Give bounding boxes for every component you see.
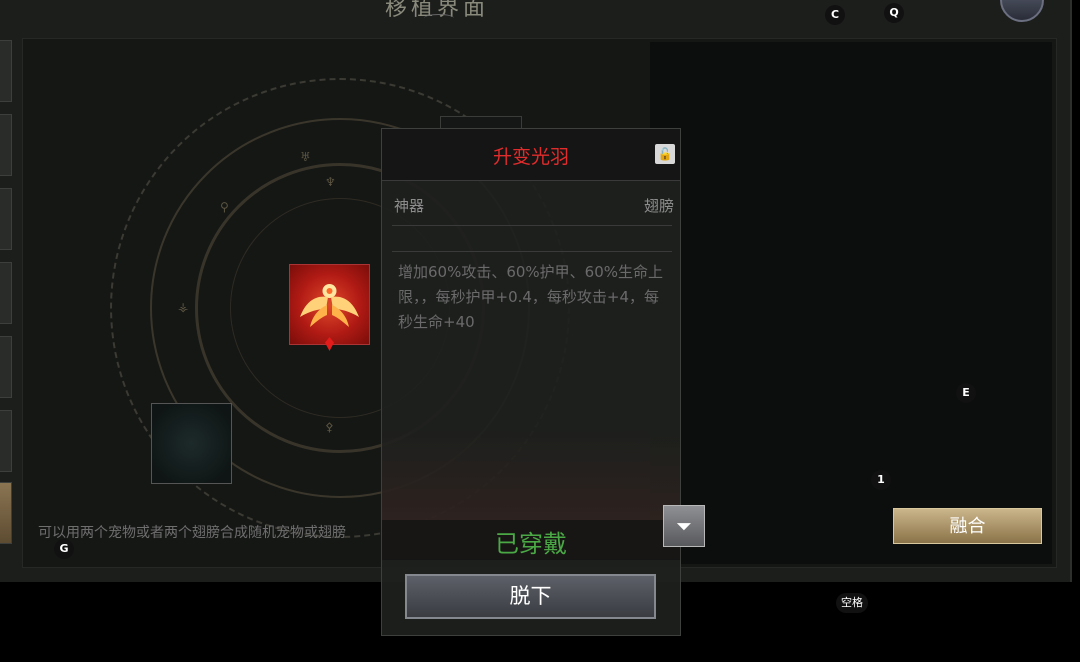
hotkey-q: Q	[884, 3, 904, 23]
item-type: 翅膀	[643, 197, 674, 215]
rune-icon: ♅	[300, 150, 311, 164]
side-tab-6[interactable]	[0, 410, 12, 472]
side-tab-1[interactable]	[0, 40, 12, 102]
filter-icon[interactable]: ⏷	[663, 505, 705, 547]
title-ornament	[424, 14, 454, 22]
item-category: 神器	[394, 197, 425, 215]
hotkey-c: C	[825, 5, 845, 25]
unlock-icon[interactable]: 🔓	[655, 144, 675, 164]
fuse-button[interactable]: 融合	[893, 508, 1042, 544]
phoenix-wing-icon[interactable]	[289, 264, 370, 345]
item-name: 升变光羽	[492, 146, 569, 168]
rune-icon: ⚶	[178, 300, 189, 314]
hotkey-space: 空格	[836, 593, 868, 613]
pet-list-area	[650, 42, 1052, 564]
item-description: 增加60%攻击、60%护甲、60%生命上限，，每秒护甲+0.4，每秒攻击+4，每…	[398, 263, 664, 331]
side-tab-5[interactable]	[0, 336, 12, 398]
divider	[392, 251, 672, 252]
unequip-button[interactable]: 脱下	[405, 574, 656, 619]
equipped-status: 已穿戴	[495, 530, 567, 558]
rune-icon: ⚴	[325, 420, 334, 434]
item-tooltip: 升变光羽 🔓 神器 翅膀 增加60%攻击、60%护甲、60%生命上限，，每秒护甲…	[381, 128, 705, 636]
side-tab-3[interactable]	[0, 188, 12, 250]
side-tab-4[interactable]	[0, 262, 12, 324]
fusion-hint: 可以用两个宠物或者两个翅膀合成随机宠物或翅膀	[38, 525, 346, 541]
hotkey-1: 1	[871, 470, 891, 490]
item-meta-row: 神器 翅膀	[394, 195, 674, 216]
divider	[392, 225, 672, 226]
rune-icon: ⚲	[220, 200, 229, 214]
side-tab-active[interactable]	[0, 482, 12, 544]
fusion-slot-empty[interactable]	[151, 403, 232, 484]
side-tab-2[interactable]	[0, 114, 12, 176]
hotkey-e: E	[956, 383, 976, 403]
rune-icon: ♆	[325, 175, 336, 189]
shield-icon[interactable]	[1000, 0, 1044, 22]
hotkey-g: G	[54, 539, 74, 559]
